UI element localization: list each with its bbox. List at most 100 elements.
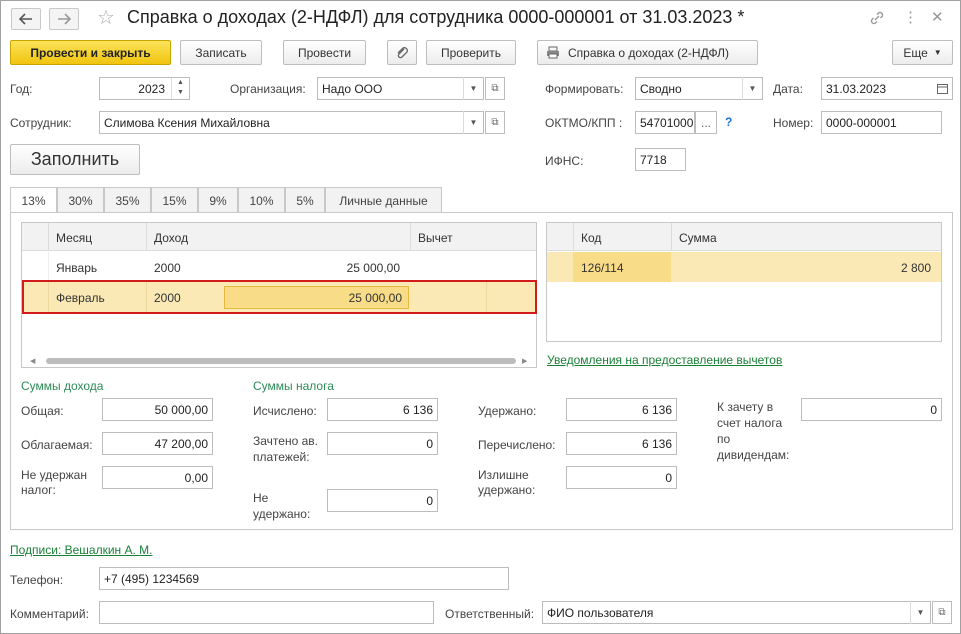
row-code: 126/114: [581, 261, 624, 275]
comment-field[interactable]: [99, 601, 434, 624]
tax-withheld-label: Удержано:: [478, 404, 537, 418]
responsible-label: Ответственный:: [445, 607, 535, 621]
attach-button[interactable]: [387, 40, 417, 65]
post-button[interactable]: Провести: [283, 40, 366, 65]
chevron-down-icon[interactable]: ▼: [910, 601, 930, 624]
oktmo-field[interactable]: 54701000: [635, 111, 695, 134]
tax-calculated-field[interactable]: 6 136: [327, 398, 438, 421]
column-header-code[interactable]: Код: [581, 231, 601, 245]
deductions-table-header: [547, 223, 941, 251]
income-total-field[interactable]: 50 000,00: [102, 398, 213, 421]
tab-5[interactable]: 5%: [285, 187, 325, 213]
row-sum: 2 800: [900, 261, 931, 275]
more-label: Еще: [903, 45, 928, 60]
scroll-right-icon[interactable]: ▶: [522, 357, 527, 365]
tax-transferred-field[interactable]: 6 136: [566, 432, 677, 455]
dividend-offset-field[interactable]: 0: [801, 398, 942, 421]
save-button[interactable]: Записать: [180, 40, 262, 65]
open-responsible-icon[interactable]: ⧉: [932, 601, 952, 624]
oktmo-label: ОКТМО/КПП :: [545, 116, 623, 130]
organization-label: Организация:: [230, 82, 306, 96]
chevron-down-icon[interactable]: ▼: [463, 111, 483, 134]
income-total-label: Общая:: [21, 404, 64, 418]
tax-excess-field[interactable]: 0: [566, 466, 677, 489]
tab-9[interactable]: 9%: [198, 187, 238, 213]
employee-field[interactable]: Слимова Ксения Михайловна: [99, 111, 484, 134]
paperclip-icon: [397, 46, 408, 58]
window-title: Справка о доходах (2-НДФЛ) для сотрудник…: [127, 7, 745, 27]
tax-not-withheld-label: Не удержано:: [253, 491, 311, 521]
arrow-right-icon: [58, 13, 71, 25]
ifns-label: ИФНС:: [545, 154, 584, 168]
column-header-sum[interactable]: Сумма: [679, 231, 717, 245]
column-header-month[interactable]: Месяц: [56, 231, 92, 245]
tab-30[interactable]: 30%: [57, 187, 104, 213]
income-taxable-label: Облагаемая:: [21, 438, 93, 452]
row-income-code: 2000: [154, 261, 181, 275]
ifns-field[interactable]: 7718: [635, 148, 686, 171]
number-label: Номер:: [773, 116, 814, 130]
post-and-close-button[interactable]: Провести и закрыть: [10, 40, 171, 65]
arrow-left-icon: [19, 13, 32, 25]
oktmo-select-button[interactable]: ...: [695, 111, 717, 134]
star-icon[interactable]: ☆: [97, 8, 115, 28]
printer-icon: [547, 46, 559, 59]
document-window: ☆ Справка о доходах (2-НДФЛ) для сотрудн…: [0, 0, 961, 634]
tab-10[interactable]: 10%: [238, 187, 285, 213]
form-mode-label: Формировать:: [545, 82, 624, 96]
tab-15[interactable]: 15%: [151, 187, 198, 213]
tax-withheld-field[interactable]: 6 136: [566, 398, 677, 421]
year-spinner[interactable]: ▲ ▼: [171, 78, 189, 99]
tax-offset-label: Зачтено ав. платежей:: [253, 434, 318, 464]
tax-transferred-label: Перечислено:: [478, 438, 556, 452]
open-employee-icon[interactable]: ⧉: [485, 111, 505, 134]
deductions-table[interactable]: Код Сумма 126/114 2 800: [546, 222, 942, 342]
more-button[interactable]: Еще ▼: [892, 40, 953, 65]
deduction-notices-link[interactable]: Уведомления на предоставление вычетов: [547, 353, 782, 367]
tax-not-withheld-field[interactable]: 0: [327, 489, 438, 512]
link-icon[interactable]: [869, 10, 885, 30]
date-label: Дата:: [773, 82, 803, 96]
print-report-button[interactable]: Справка о доходах (2-НДФЛ): [537, 40, 758, 65]
fill-button[interactable]: Заполнить: [10, 144, 140, 175]
tax-sums-title: Суммы налога: [253, 379, 334, 393]
open-organization-icon[interactable]: ⧉: [485, 77, 505, 100]
dividend-offset-label: К зачету в счет налога по дивидендам:: [717, 400, 790, 462]
more-vertical-icon[interactable]: ⋮: [903, 10, 918, 26]
tab-13[interactable]: 13%: [10, 187, 57, 214]
chevron-down-icon[interactable]: ▼: [463, 77, 483, 100]
forward-button[interactable]: [49, 8, 79, 30]
scroll-left-icon[interactable]: ◀: [30, 357, 35, 365]
phone-field[interactable]: +7 (495) 1234569: [99, 567, 509, 590]
signatures-link[interactable]: Подписи: Вешалкин А. М.: [10, 543, 153, 557]
responsible-field[interactable]: ФИО пользователя: [542, 601, 931, 624]
phone-label: Телефон:: [10, 573, 64, 587]
income-taxable-field[interactable]: 47 200,00: [102, 432, 213, 455]
year-label: Год:: [10, 82, 33, 96]
chevron-down-icon: ▼: [933, 48, 942, 57]
highlight-frame: [22, 280, 537, 314]
horizontal-scrollbar[interactable]: [46, 358, 516, 364]
calendar-icon[interactable]: [932, 78, 952, 99]
number-field[interactable]: 0000-000001: [821, 111, 942, 134]
table-row-selected[interactable]: 126/114 2 800: [547, 252, 941, 282]
close-icon[interactable]: ✕: [931, 10, 944, 26]
column-header-deduction[interactable]: Вычет: [418, 231, 453, 245]
tax-offset-field[interactable]: 0: [327, 432, 438, 455]
income-not-withheld-label: Не удержан налог:: [21, 468, 87, 497]
chevron-down-icon[interactable]: ▼: [742, 77, 762, 100]
check-button[interactable]: Проверить: [426, 40, 516, 65]
back-button[interactable]: [11, 8, 41, 30]
tax-calculated-label: Исчислено:: [253, 404, 317, 418]
tab-personal-data[interactable]: Личные данные: [325, 187, 442, 213]
column-header-income[interactable]: Доход: [154, 231, 188, 245]
tax-excess-label: Излишне удержано:: [478, 468, 536, 497]
help-icon[interactable]: ?: [725, 115, 732, 129]
tab-35[interactable]: 35%: [104, 187, 151, 213]
organization-field[interactable]: Надо ООО: [317, 77, 484, 100]
comment-label: Комментарий:: [10, 607, 89, 621]
income-not-withheld-field[interactable]: 0,00: [102, 466, 213, 489]
table-row[interactable]: Январь 2000 25 000,00: [22, 252, 536, 282]
row-month: Январь: [56, 261, 98, 275]
income-table-header: [22, 223, 536, 251]
